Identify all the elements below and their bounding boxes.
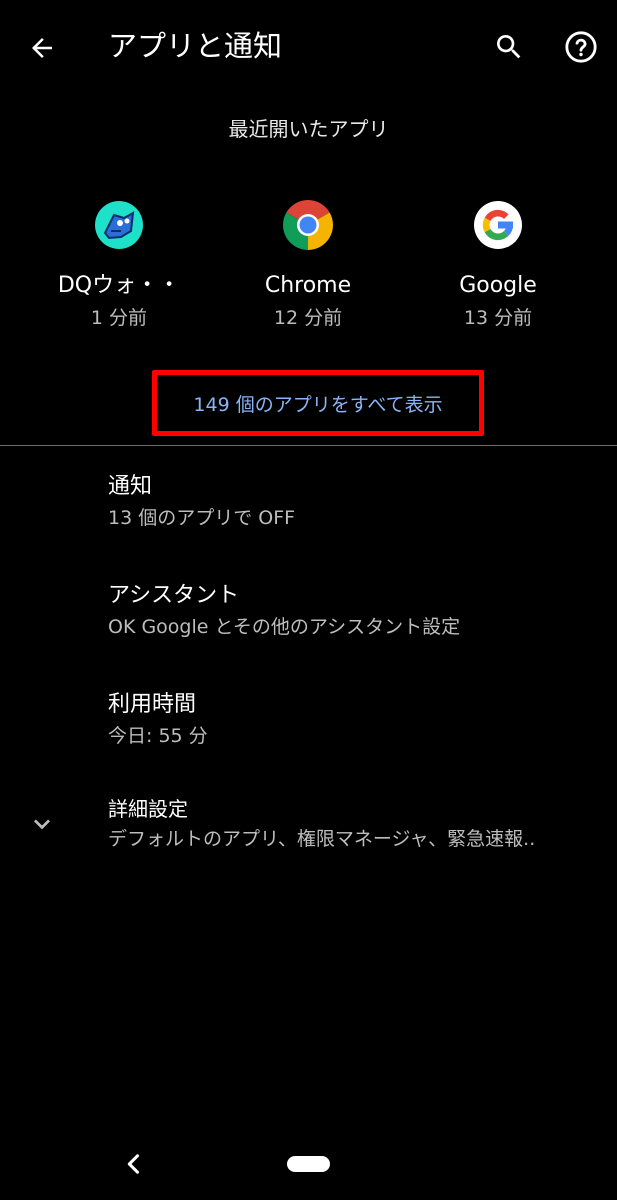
app-name: Chrome (264, 273, 352, 298)
setting-subtitle: 13 個のアプリで OFF (108, 507, 296, 529)
dq-walk-app-icon (95, 201, 143, 249)
help-button[interactable] (556, 22, 606, 72)
divider (0, 445, 617, 446)
app-name: Google (459, 273, 537, 298)
app-last-used: 12 分前 (273, 307, 343, 329)
recent-app-google[interactable]: Google 13 分前 (403, 200, 593, 332)
setting-advanced[interactable]: 詳細設定 デフォルトのアプリ、権限マネージャ、緊急速報.. (108, 794, 608, 854)
page-title: アプリと通知 (108, 29, 283, 63)
setting-title: 利用時間 (108, 692, 197, 717)
search-button[interactable] (484, 22, 534, 72)
setting-title: 詳細設定 (108, 797, 188, 821)
setting-notifications[interactable]: 通知 13 個のアプリで OFF (108, 471, 608, 533)
setting-subtitle: 今日: 55 分 (108, 725, 208, 747)
recent-apps-heading: 最近開いたアプリ (228, 117, 389, 141)
app-name: DQウォ・・ (57, 273, 181, 298)
setting-title: 通知 (108, 474, 153, 499)
nav-home-pill[interactable] (287, 1156, 330, 1172)
setting-title: アシスタント (108, 583, 240, 608)
chevron-down-icon[interactable] (26, 808, 58, 840)
google-icon (474, 201, 522, 249)
help-icon (565, 31, 597, 63)
back-button[interactable] (18, 24, 66, 72)
app-last-used: 1 分前 (90, 307, 148, 329)
arrow-back-icon (32, 38, 52, 58)
nav-back-icon[interactable] (120, 1150, 148, 1178)
app-last-used: 13 分前 (463, 307, 533, 329)
show-all-apps-button[interactable]: 149 個のアプリをすべて表示 (152, 370, 484, 436)
recent-app-chrome[interactable]: Chrome 12 分前 (213, 200, 403, 332)
setting-subtitle: OK Google とその他のアシスタント設定 (108, 616, 461, 638)
top-app-bar: アプリと通知 (0, 0, 617, 96)
setting-subtitle: デフォルトのアプリ、権限マネージャ、緊急速報.. (108, 828, 536, 850)
recent-app-dq-walk[interactable]: DQウォ・・ 1 分前 (24, 200, 214, 332)
chrome-icon (283, 200, 333, 250)
search-icon (497, 35, 521, 59)
setting-screen-time[interactable]: 利用時間 今日: 55 分 (108, 689, 608, 751)
setting-assistant[interactable]: アシスタント OK Google とその他のアシスタント設定 (108, 580, 608, 642)
